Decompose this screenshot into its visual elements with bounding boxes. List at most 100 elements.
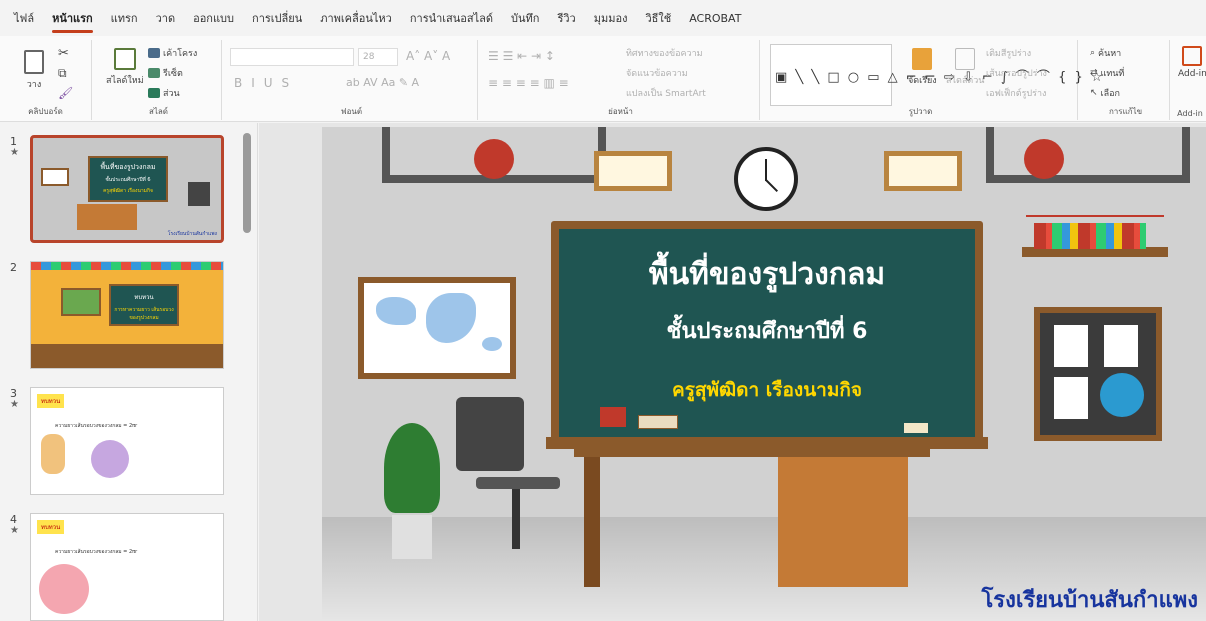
tab-transitions[interactable]: การเปลี่ยน [252,5,302,31]
ribbon-tabs: ไฟล์ หน้าแรก แทรก วาด ออกแบบ การเปลี่ยน … [0,0,1206,36]
plant-pot [392,515,432,559]
layout-icon [148,48,160,58]
layout-button[interactable]: เค้าโครง [148,46,197,60]
thumb-girl [41,434,65,474]
thumb-circle [91,440,129,478]
tab-design[interactable]: ออกแบบ [193,5,234,31]
replace-button[interactable]: ⇄ แทนที่ [1090,66,1124,80]
slide-canvas-area: พื้นที่ของรูปวงกลม ชั้นประถมศึกษาปีที่ 6… [259,123,1206,621]
drawing-group: ▣ ╲ ╲ □ ○ ▭ △ ⌐ ⌐ ⇨ ⇩ ⌐ ∫ ⌒ ⌒ { } ☆ จัดเ… [764,40,1103,120]
shelf-books [1034,223,1146,249]
editing-group: ⌕ ค้นหา ⇄ แทนที่ ↖ เลือก การแก้ไข [1082,40,1170,120]
paragraph-group: ☰ ☰ ⇤ ⇥ ↕ ≡ ≡ ≡ ≡ ▥ ≡ ทิศทางของข้อความ จ… [482,40,760,120]
paste-button[interactable]: วาง [24,50,44,91]
find-button[interactable]: ⌕ ค้นหา [1090,46,1121,60]
tab-draw[interactable]: วาด [156,5,176,31]
red-lamp-right [1024,139,1064,179]
smartart-button[interactable]: แปลงเป็น SmartArt [626,86,706,100]
format-painter-icon[interactable]: 🖌 [58,86,73,100]
slide-subtitle[interactable]: ชั้นประถมศึกษาปีที่ 6 [559,313,975,348]
align-text-button[interactable]: จัดแนวข้อความ [626,66,688,80]
copy-icon[interactable]: ⧉ [58,66,67,81]
tab-slideshow[interactable]: การนำเสนอสไลด์ [410,5,493,31]
slide-thumbnail-2[interactable]: ทบทวน การหาความยาว เส้นรอบวงของรูปวงกลม [30,261,224,369]
slide-title[interactable]: พื้นที่ของรูปวงกลม [559,251,975,298]
tab-acrobat[interactable]: ACROBAT [689,8,741,29]
select-button[interactable]: ↖ เลือก [1090,86,1120,100]
tab-home[interactable]: หน้าแรก [52,5,93,33]
slide-canvas[interactable]: พื้นที่ของรูปวงกลม ชั้นประถมศึกษาปีที่ 6… [322,127,1206,621]
font-extra-icons[interactable]: ab AV Aa ✎ A [346,76,419,89]
thumb-map [61,288,101,316]
thumbnail-scrollbar[interactable] [243,133,251,233]
shapes-gallery[interactable]: ▣ ╲ ╲ □ ○ ▭ △ ⌐ ⌐ ⇨ ⇩ ⌐ ∫ ⌒ ⌒ { } ☆ [770,44,1103,106]
red-lamp-left [474,139,514,179]
slides-group: สไลด์ใหม่ เค้าโครง รีเซ็ต ส่วน สไลด์ [96,40,222,120]
list-icons[interactable]: ☰ ☰ ⇤ ⇥ ↕ [488,49,555,63]
shape-outline-button[interactable]: เส้นกรอบรูปร่าง [986,66,1047,80]
thumb-pinboard [188,182,210,206]
reset-button[interactable]: รีเซ็ต [148,66,183,80]
thumb-bunting [31,262,223,270]
paste-icon [24,50,44,74]
arrange-icon [912,48,933,70]
font-size-field[interactable]: 28 [358,48,398,66]
font-name-field[interactable] [230,48,354,66]
quick-styles-button[interactable]: สไตล์ด่วน [946,48,984,87]
pencil-cup [600,407,626,427]
eraser [904,423,928,433]
pinboard [1034,307,1162,441]
clock-icon [734,147,798,211]
tab-animations[interactable]: ภาพเคลื่อนไหว [320,5,392,31]
align-icons[interactable]: ≡ ≡ ≡ ≡ ▥ ≡ [488,76,569,90]
search-icon: ⌕ [1090,48,1096,58]
animation-star-icon: ★ [10,525,19,536]
tab-file[interactable]: ไฟล์ [14,5,34,31]
school-name[interactable]: โรงเรียนบ้านสันกำแพง [981,582,1198,617]
slide-thumbnail-1[interactable]: พื้นที่ของรูปวงกลม ชั้นประถมศึกษาปีที่ 6… [30,135,224,243]
tab-review[interactable]: รีวิว [557,5,575,31]
text-direction-button[interactable]: ทิศทางของข้อความ [626,46,703,60]
animation-star-icon: ★ [10,147,19,158]
reset-icon [148,68,160,78]
shape-fill-button[interactable]: เติมสีรูปร่าง [986,46,1031,60]
font-format-icons[interactable]: BIUS [234,76,298,90]
thumb-shelf [31,344,223,368]
wall-frame-right [884,151,962,191]
thumb-board: ทบทวน การหาความยาว เส้นรอบวงของรูปวงกลม [109,284,179,326]
clipboard-group: วาง ✂ ⧉ 🖌 คลิปบอร์ด [0,40,92,120]
pinned-paper [1054,325,1088,367]
chair-stem [512,489,520,549]
grow-font-icon[interactable]: A˄ A˅ A [406,49,450,63]
ribbon: วาง ✂ ⧉ 🖌 คลิปบอร์ด สไลด์ใหม่ เค้าโครง ร… [0,36,1206,122]
teacher-desk-drawers [778,457,908,587]
slide-thumbnail-pane: 1 ★ พื้นที่ของรูปวงกลม ชั้นประถมศึกษาปีท… [0,123,258,621]
slide-thumbnail-3[interactable]: ทบทวน ความยาวเส้นรอบวงของวงกลม = 2πr [30,387,224,495]
tab-help[interactable]: วิธีใช้ [645,5,671,31]
addin-button[interactable]: Add-in [1178,46,1206,79]
pinned-paper [1054,377,1088,419]
wall-frame-left [594,151,672,191]
new-slide-icon [113,48,136,70]
clock-hand-minute [765,159,767,181]
addin-group: Add-in Add-in [1174,40,1206,120]
desk-leg-left [584,447,600,587]
cut-icon[interactable]: ✂ [58,46,69,61]
chair-back [456,397,524,471]
thumb-circle [39,564,89,614]
tab-insert[interactable]: แทรก [111,5,138,31]
thumb-board: พื้นที่ของรูปวงกลม ชั้นประถมศึกษาปีที่ 6… [88,156,168,202]
tab-record[interactable]: บันทึก [511,5,539,31]
shape-effects-button[interactable]: เอฟเฟ็กต์รูปร่าง [986,86,1046,100]
arrange-button[interactable]: จัดเรียง [908,48,937,87]
slide-thumbnail-4[interactable]: ทบทวน ความยาวเส้นรอบวงของวงกลม = 2πr [30,513,224,621]
section-button[interactable]: ส่วน [148,86,180,100]
world-map [358,277,516,379]
tab-view[interactable]: มุมมอง [594,5,628,31]
books [638,415,678,429]
thumb-desk [77,204,137,230]
animation-star-icon: ★ [10,399,19,410]
map-continent [376,297,416,325]
new-slide-button[interactable]: สไลด์ใหม่ [106,48,144,87]
slide-teacher[interactable]: ครูสุพัฒิดา เรืองนามกิจ [559,375,975,405]
